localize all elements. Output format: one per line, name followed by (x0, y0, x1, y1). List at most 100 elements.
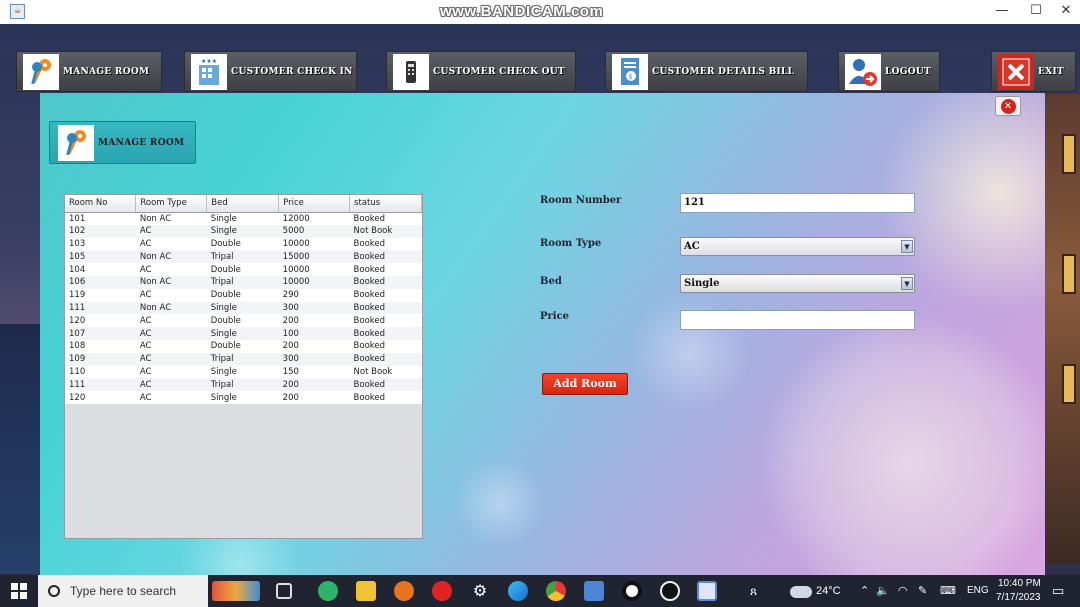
table-cell-room-type: AC (135, 352, 207, 366)
java-taskbar-icon[interactable] (697, 581, 717, 601)
column-header-room-type[interactable]: Room Type (135, 195, 208, 213)
manage-room-button[interactable]: MANAGE ROOM (16, 51, 162, 92)
table-row[interactable]: 104 AC Double 10000 Booked (65, 263, 422, 276)
table-cell-room-type: AC (135, 263, 207, 276)
media-player-icon[interactable] (660, 581, 680, 601)
table-row[interactable]: 120 AC Single 200 Booked (65, 391, 422, 404)
start-button[interactable] (0, 575, 38, 607)
pen-icon[interactable]: ✎ (918, 584, 927, 597)
table-cell-bed: Tripal (206, 352, 279, 366)
table-row[interactable]: 103 AC Double 10000 Booked (65, 237, 422, 251)
table-header-row: Room No Room Type Bed Price status (65, 195, 422, 213)
customer-details-bill-label: CUSTOMER DETAILS BILL (652, 66, 795, 77)
task-view-icon[interactable] (276, 583, 292, 599)
table-row[interactable]: 111 Non AC Single 300 Booked (65, 301, 422, 315)
checkout-icon (393, 53, 429, 90)
table-row[interactable]: 120 AC Double 200 Booked (65, 314, 422, 328)
language-indicator[interactable]: ENG (967, 585, 989, 596)
manage-room-label: MANAGE ROOM (63, 66, 150, 77)
table-row[interactable]: 106 Non AC Tripal 10000 Booked (65, 275, 422, 289)
table-cell-bed: Tripal (206, 378, 279, 392)
room-type-select[interactable]: AC ▼ (680, 237, 915, 256)
app-icon-blue[interactable] (584, 581, 604, 601)
column-header-price[interactable]: Price (278, 195, 351, 213)
column-header-status[interactable]: status (349, 195, 422, 213)
minimize-button[interactable]: — (992, 2, 1012, 20)
volume-icon[interactable]: 🔈 (876, 584, 890, 597)
edge-icon[interactable] (508, 581, 528, 601)
table-cell-status: Booked (349, 314, 422, 328)
widgets-icon[interactable] (212, 581, 260, 601)
svg-text:$: $ (629, 73, 633, 81)
table-cell-status: Booked (349, 301, 422, 315)
whatsapp-icon[interactable] (318, 581, 338, 601)
exit-button[interactable]: EXIT (991, 51, 1076, 92)
table-row[interactable]: 102 AC Single 5000 Not Book (65, 224, 422, 238)
tray-chevron-up-icon[interactable]: ⌃ (860, 584, 869, 597)
app-icon-orange[interactable] (394, 581, 414, 601)
record-icon[interactable] (622, 581, 642, 601)
wifi-icon[interactable]: ◠ (898, 584, 908, 597)
table-row[interactable]: 109 AC Tripal 300 Booked (65, 352, 422, 366)
keyboard-icon[interactable]: ⌨ (940, 584, 956, 597)
weather-cloud-icon (790, 586, 812, 598)
column-header-room-no[interactable]: Room No (65, 195, 137, 213)
clock-date[interactable]: 7/17/2023 (996, 592, 1041, 603)
settings-gear-icon[interactable]: ⚙ (470, 581, 490, 601)
customer-check-out-button[interactable]: CUSTOMER CHECK OUT (386, 51, 576, 92)
table-cell-room-type: Non AC (135, 212, 207, 225)
exit-icon (998, 53, 1034, 90)
table-cell-status: Not Book (349, 365, 422, 379)
manage-room-header-label: MANAGE ROOM (98, 137, 185, 148)
table-cell-price: 15000 (278, 250, 350, 264)
table-row[interactable]: 111 AC Tripal 200 Booked (65, 378, 422, 392)
keys-icon (23, 53, 59, 90)
background-building (1040, 94, 1080, 564)
table-cell-bed: Single (206, 391, 279, 404)
room-type-label: Room Type (540, 238, 602, 249)
column-header-bed[interactable]: Bed (206, 195, 280, 213)
logout-button[interactable]: LOGOUT (838, 51, 940, 92)
customer-check-in-button[interactable]: ★★★ CUSTOMER CHECK IN (184, 51, 357, 92)
table-cell-room-no: 103 (65, 237, 136, 251)
table-cell-room-type: AC (135, 378, 207, 392)
table-cell-room-no: 102 (65, 224, 136, 238)
panel-close-button[interactable]: ✕ (995, 96, 1021, 116)
maximize-button[interactable]: ☐ (1026, 2, 1046, 20)
table-row[interactable]: 101 Non AC Single 12000 Booked (65, 212, 422, 225)
table-cell-room-no: 111 (65, 301, 136, 315)
table-cell-status: Booked (349, 352, 422, 366)
table-cell-room-type: Non AC (135, 250, 207, 264)
customer-details-bill-button[interactable]: $ CUSTOMER DETAILS BILL (605, 51, 808, 92)
room-number-input[interactable]: 121 (680, 193, 915, 213)
table-cell-bed: Single (206, 301, 279, 315)
add-room-button[interactable]: Add Room (542, 373, 628, 395)
notifications-icon[interactable]: ▭ (1052, 583, 1064, 599)
table-row[interactable]: 105 Non AC Tripal 15000 Booked (65, 250, 422, 264)
table-cell-status: Booked (349, 263, 422, 276)
table-row[interactable]: 119 AC Double 290 Booked (65, 288, 422, 302)
opera-icon[interactable] (432, 581, 452, 601)
people-icon[interactable]: ጸ (750, 584, 757, 599)
clock-time[interactable]: 10:40 PM (998, 578, 1041, 589)
table-cell-status: Booked (349, 288, 422, 302)
table-cell-bed: Single (206, 365, 279, 379)
table-cell-status: Booked (349, 237, 422, 251)
window-close-button[interactable]: ✕ (1056, 2, 1076, 20)
rooms-table[interactable]: Room No Room Type Bed Price status 101 No… (64, 194, 423, 539)
table-row[interactable]: 107 AC Single 100 Booked (65, 327, 422, 340)
chrome-icon[interactable] (546, 581, 566, 601)
price-input[interactable] (680, 310, 915, 330)
table-cell-room-no: 120 (65, 314, 136, 328)
background-scenery (0, 324, 40, 574)
table-cell-status: Booked (349, 250, 422, 264)
table-cell-bed: Double (206, 314, 279, 328)
bed-select[interactable]: Single ▼ (680, 274, 915, 293)
taskbar-search[interactable]: Type here to search (38, 575, 208, 607)
manage-room-header-button[interactable]: MANAGE ROOM (49, 121, 196, 164)
java-app-icon: ☕ (10, 4, 25, 19)
table-row[interactable]: 108 AC Double 200 Booked (65, 339, 422, 353)
table-row[interactable]: 110 AC Single 150 Not Book (65, 365, 422, 379)
weather-temperature[interactable]: 24°C (816, 585, 841, 597)
file-explorer-icon[interactable] (356, 581, 376, 601)
